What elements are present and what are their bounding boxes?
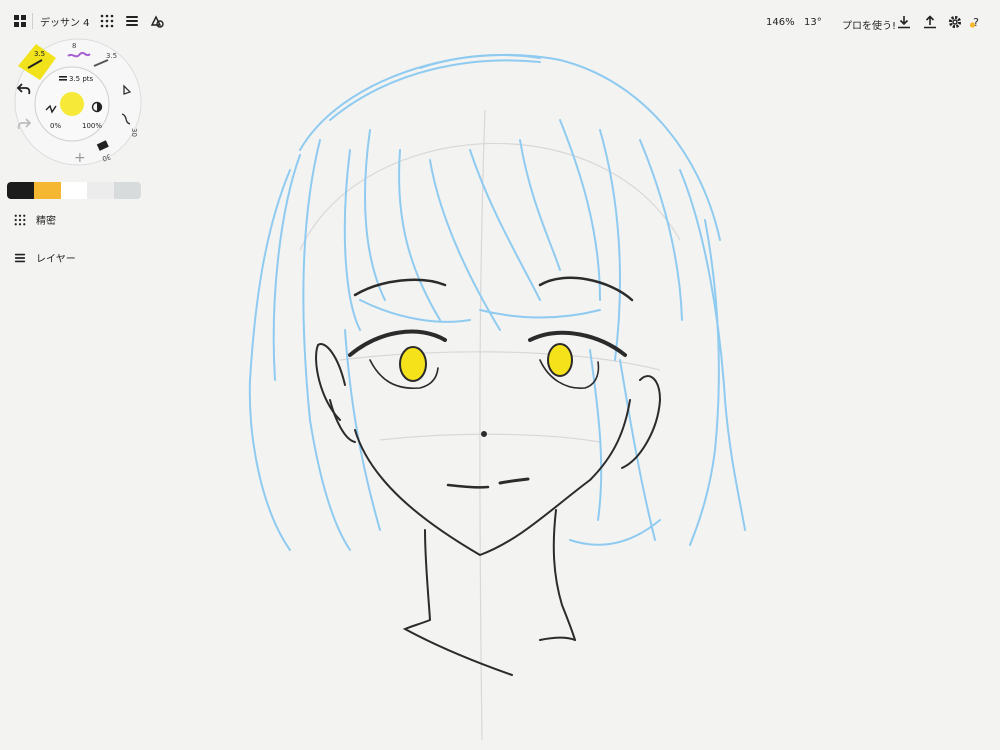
opacity-max-label: 100% [82, 122, 102, 130]
palette-swatch[interactable] [114, 182, 141, 199]
palette-swatch[interactable] [60, 182, 88, 199]
layers-stack-icon [14, 253, 26, 262]
zoom-level[interactable]: 146% [766, 17, 795, 28]
tool-airbrush-size: 3.5 [106, 52, 117, 60]
sidebar-item-precision[interactable]: 精密 [14, 212, 56, 227]
layers-icon[interactable] [123, 12, 141, 30]
face-ink [315, 276, 662, 676]
current-color-swatch[interactable] [60, 92, 84, 116]
document-title[interactable]: デッサン 4 [40, 14, 90, 29]
precision-dots-icon [14, 214, 26, 225]
redo-icon[interactable] [15, 115, 33, 133]
rotation-angle[interactable]: 13° [804, 17, 822, 28]
brush-size-label: 3.5 pts [69, 75, 94, 83]
add-brush-icon[interactable]: + [74, 150, 86, 166]
drawing-canvas[interactable] [0, 0, 1000, 750]
brush-wheel[interactable]: 3.5 8 3.5 30 30 + 3.5 pts 0% 100% [6, 36, 142, 172]
shapes-icon[interactable] [148, 12, 166, 30]
import-icon[interactable] [896, 14, 912, 30]
palette-swatch[interactable] [33, 182, 61, 199]
sidebar-item-layers[interactable]: レイヤー [14, 250, 76, 265]
palette-swatch[interactable] [7, 182, 34, 199]
eye-irises [399, 343, 573, 382]
undo-icon[interactable] [15, 80, 33, 98]
tool-pen-size: 8 [72, 42, 76, 50]
sidebar-item-label: 精密 [36, 216, 56, 227]
share-icon[interactable] [922, 14, 938, 30]
gallery-grid-icon[interactable] [12, 13, 28, 29]
help-icon[interactable]: ? [968, 14, 984, 30]
tool-pencil-size: 3.5 [34, 50, 45, 58]
go-pro-link[interactable]: プロを使う! [842, 17, 896, 32]
precision-grid-icon[interactable] [98, 12, 116, 30]
top-bar: デッサン 4 146% 13° プロを使う! ? [0, 0, 1000, 40]
smooth-value: 30 [130, 128, 138, 137]
hair-sketch [248, 53, 746, 551]
sidebar-item-label: レイヤー [36, 254, 76, 265]
color-palette [7, 182, 141, 199]
palette-swatch[interactable] [87, 182, 115, 199]
divider [32, 13, 33, 29]
opacity-min-label: 0% [50, 122, 61, 130]
settings-gear-icon[interactable] [947, 14, 963, 30]
